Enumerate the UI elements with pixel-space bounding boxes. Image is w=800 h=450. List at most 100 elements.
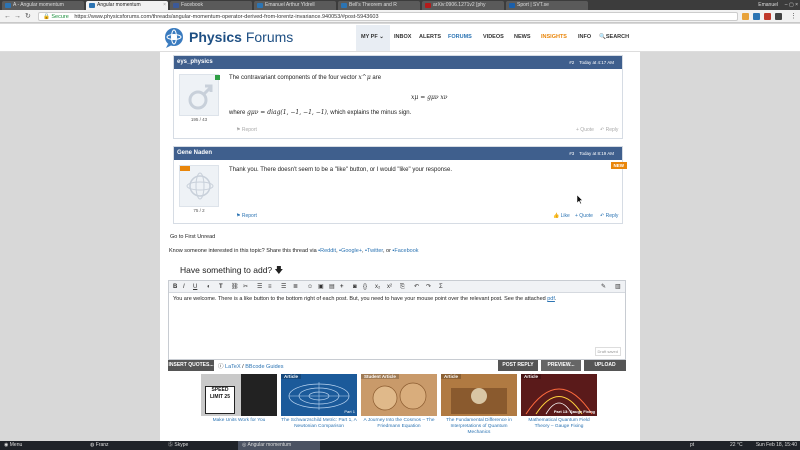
clock[interactable]: Sun Feb 18, 15:40 [756, 441, 797, 450]
post-author[interactable]: eys_physics [177, 59, 213, 65]
text-size-icon[interactable]: T [219, 283, 223, 291]
pdf-link[interactable]: pdf [547, 296, 555, 302]
image-icon[interactable]: ▣ [318, 283, 324, 291]
nav-info[interactable]: INFO [578, 34, 591, 40]
post-reply-button[interactable]: POST REPLY [498, 360, 538, 371]
unlink-icon[interactable]: ✂ [243, 283, 248, 291]
share-reddit-link[interactable]: ▪Reddit [318, 248, 336, 254]
editor-content[interactable]: You are welcome. There is a like button … [173, 296, 556, 302]
article-card[interactable]: Article The Fundamental Difference in In… [441, 374, 517, 436]
quote-link[interactable]: + Quote [575, 213, 593, 219]
nav-mypf[interactable]: MY PF ⌄ [361, 34, 384, 40]
quote-link[interactable]: + Quote [576, 127, 594, 133]
taskbar-skype[interactable]: Ⓢ Skype [168, 441, 188, 450]
source-toggle-icon[interactable]: ▥ [615, 283, 621, 291]
latex-guide-link[interactable]: LaTeX [225, 364, 241, 370]
upload-button[interactable]: UPLOAD [584, 360, 626, 371]
extension-icon[interactable] [775, 13, 782, 20]
italic-icon[interactable]: I [183, 283, 185, 291]
arrow-down-icon: 🡇 [274, 265, 284, 275]
bold-icon[interactable]: B [173, 283, 177, 291]
insert-quotes-button[interactable]: INSERT QUOTES... [168, 360, 214, 371]
taskbar-active-window[interactable]: ◎ Angular momentum [238, 441, 320, 450]
underline-icon[interactable]: U [193, 283, 197, 291]
taskbar-franz[interactable]: ◍ Franz [90, 441, 109, 450]
post-number[interactable]: #3 [569, 151, 574, 156]
share-googleplus-link[interactable]: ▪Google+ [339, 248, 362, 254]
smiley-icon[interactable]: ☺ [307, 283, 313, 291]
article-title[interactable]: A Journey Into the Cosmos – The Friedman… [361, 418, 437, 430]
browser-tab[interactable]: Emanuel Arthur Yldrell [254, 1, 336, 10]
browser-tab-active[interactable]: Angular momentum × [86, 1, 168, 10]
tab-close-icon[interactable]: × [163, 1, 166, 10]
extension-icon[interactable] [764, 13, 771, 20]
physics-forums-logo-icon[interactable] [163, 27, 185, 49]
nav-inbox[interactable]: INBOX [394, 34, 411, 40]
font-color-icon[interactable]: ◐ [207, 283, 211, 291]
article-card[interactable]: SPEED LIMIT 25 Make Units Work for You [201, 374, 277, 424]
start-menu-button[interactable]: ◉ Menu [4, 441, 22, 450]
reply-editor[interactable]: B I U ◐ T ⛓ ✂ ☰ ≡ ☰ ≣ ☺ ▣ ▤ + ◙ {} x₂ x²… [168, 280, 626, 360]
insert-icon[interactable]: + [340, 283, 344, 291]
post-number[interactable]: #2 [569, 60, 574, 65]
align-icon[interactable]: ☰ [281, 283, 286, 291]
browser-tab[interactable]: Sport | SVT.se [506, 1, 588, 10]
nav-news[interactable]: NEWS [514, 34, 531, 40]
browser-menu-icon[interactable]: ⋮ [790, 12, 797, 20]
nav-alerts[interactable]: ALERTS [419, 34, 441, 40]
report-link[interactable]: ⚑ Report [236, 127, 257, 133]
extension-icon[interactable] [753, 13, 760, 20]
attach-icon[interactable]: ⎘ [400, 283, 405, 291]
camera-icon[interactable]: ◙ [353, 283, 357, 291]
article-title[interactable]: The Fundamental Difference in Interpreta… [441, 418, 517, 436]
report-link[interactable]: ⚑ Report [236, 213, 257, 219]
article-title[interactable]: The Schwarzschild Metric: Part 1, A Newt… [281, 418, 357, 430]
bullet-list-icon[interactable]: ☰ [257, 283, 262, 291]
keyboard-layout[interactable]: pt [690, 441, 694, 450]
article-title[interactable]: Make Units Work for You [201, 418, 277, 424]
nav-insights[interactable]: INSIGHTS [541, 34, 567, 40]
browser-tab[interactable]: arXiv:0906.1271v2 [phy [422, 1, 504, 10]
share-facebook-link[interactable]: ▪Facebook [392, 248, 418, 254]
eraser-icon[interactable]: ✎ [601, 283, 606, 291]
preview-button[interactable]: PREVIEW... [541, 360, 581, 371]
article-title[interactable]: Mathematical Quantum Field Theory – Gaug… [521, 418, 597, 430]
reply-link[interactable]: ↶ Reply [600, 213, 618, 219]
avatar[interactable] [179, 74, 220, 116]
window-controls[interactable]: – ▢ × [785, 1, 798, 9]
sigma-icon[interactable]: Σ [439, 283, 443, 291]
code-icon[interactable]: {} [363, 283, 367, 291]
subscript-icon[interactable]: x₂ [375, 283, 380, 291]
article-card[interactable]: Student Article A Journey Into the Cosmo… [361, 374, 437, 430]
reload-icon[interactable]: ↻ [25, 12, 31, 21]
article-card[interactable]: Article Part 13: Gauge Fixing Mathematic… [521, 374, 597, 430]
nav-forums[interactable]: FORUMS [448, 34, 472, 40]
nav-search[interactable]: 🔍SEARCH [599, 34, 629, 40]
align-right-icon[interactable]: ≣ [293, 283, 298, 291]
media-icon[interactable]: ▤ [329, 283, 335, 291]
browser-tab[interactable]: A - Angular momentum [2, 1, 84, 10]
superscript-icon[interactable]: x² [387, 283, 392, 291]
nav-videos[interactable]: VIDEOS [483, 34, 504, 40]
undo-icon[interactable]: ↶ [414, 283, 419, 291]
back-arrow-icon[interactable]: ← [4, 12, 11, 21]
numbered-list-icon[interactable]: ≡ [268, 283, 272, 291]
bbcode-guide-link[interactable]: BBcode Guides [245, 364, 283, 370]
post-author[interactable]: Gene Naden [177, 150, 212, 156]
profile-name[interactable]: Emanuel [758, 1, 778, 9]
flag-icon: ⚑ [236, 127, 241, 133]
browser-tab[interactable]: Facebook [170, 1, 252, 10]
article-card[interactable]: Article Part 1 The Schwarzschild Metric:… [281, 374, 357, 430]
star-icon[interactable] [742, 13, 749, 20]
url-input[interactable]: 🔒 Secure https://www.physicsforums.com/t… [38, 12, 738, 21]
share-twitter-link[interactable]: ▪Twitter [365, 248, 383, 254]
link-icon[interactable]: ⛓ [231, 283, 239, 291]
like-link[interactable]: 👍 Like [553, 213, 570, 219]
reply-link[interactable]: ↶ Reply [600, 127, 618, 133]
browser-tab[interactable]: Bell's Theorem and R [338, 1, 420, 10]
redo-icon[interactable]: ↷ [426, 283, 431, 291]
site-brand[interactable]: Physics Forums [189, 29, 293, 45]
go-first-unread-link[interactable]: Go to First Unread [170, 234, 215, 240]
avatar[interactable] [179, 165, 219, 207]
forward-arrow-icon[interactable]: → [14, 12, 21, 21]
